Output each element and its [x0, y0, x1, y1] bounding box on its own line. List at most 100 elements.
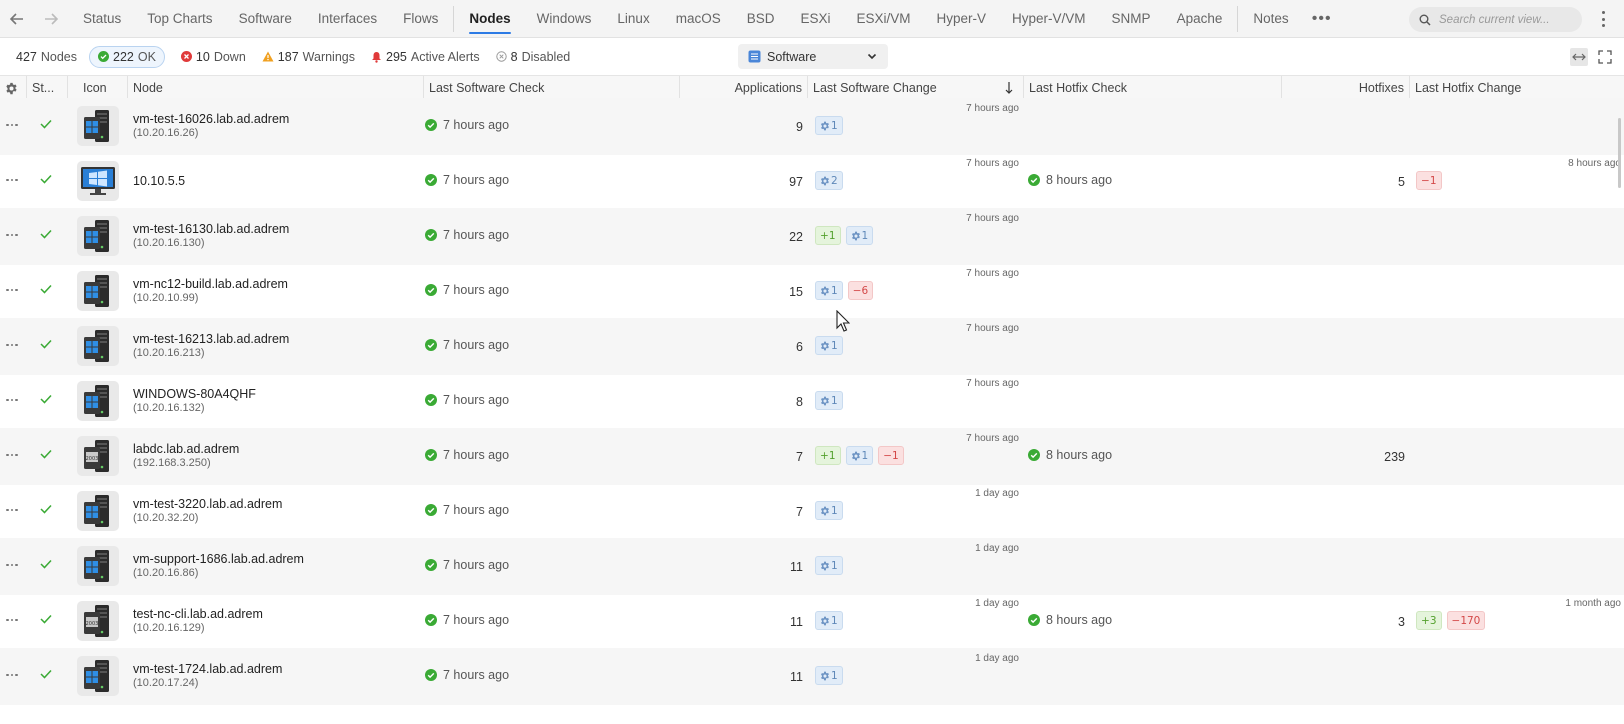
tab-interfaces[interactable]: Interfaces [305, 0, 390, 38]
last-software-change-time: 7 hours ago [966, 378, 1019, 389]
updated-badge[interactable]: 1 [845, 446, 874, 465]
updated-badge[interactable]: 1 [815, 501, 843, 520]
table-row[interactable]: 10.10.5.5 7 hours ago 97 7 hours ago 2 8 hour… [0, 153, 1624, 210]
updated-badge[interactable]: 1 [845, 226, 874, 245]
table-row[interactable]: vm-test-3220.lab.ad.adrem (10.20.32.20) 7 … [0, 483, 1624, 540]
updated-badge[interactable]: 1 [815, 391, 843, 410]
software-change-badges: 1 [815, 336, 843, 355]
table-row[interactable]: vm-test-16213.lab.ad.adrem (10.20.16.213)… [0, 318, 1624, 375]
hotfix-removed-badge[interactable]: −170 [1446, 611, 1486, 630]
alerts-filter[interactable]: 295 Active Alerts [371, 50, 480, 64]
applications-count: 15 [789, 285, 803, 299]
down-filter[interactable]: 10 Down [180, 50, 246, 64]
row-menu-button[interactable] [6, 614, 20, 626]
updated-badge[interactable]: 1 [815, 281, 843, 300]
updated-count: 1 [831, 284, 838, 297]
row-menu-button[interactable] [6, 394, 20, 406]
last-software-check: 7 hours ago [425, 173, 509, 187]
tab-snmp[interactable]: SNMP [1099, 0, 1164, 38]
svg-text:2003: 2003 [86, 621, 99, 627]
back-button[interactable] [0, 0, 34, 38]
node-name[interactable]: vm-nc12-build.lab.ad.adrem [133, 277, 288, 291]
removed-badge[interactable]: −6 [847, 281, 874, 300]
tab-hyper-v-vm[interactable]: Hyper-V/VM [999, 0, 1099, 38]
search-input[interactable] [1439, 13, 1574, 26]
removed-badge[interactable]: −1 [878, 446, 904, 465]
updated-badge[interactable]: 1 [815, 666, 843, 685]
row-menu-button[interactable] [6, 119, 20, 131]
updated-badge[interactable]: 2 [815, 171, 843, 190]
node-name[interactable]: labdc.lab.ad.adrem [133, 442, 239, 456]
tab-bsd[interactable]: BSD [734, 0, 788, 38]
view-selector[interactable]: Software [738, 44, 888, 69]
updated-badge[interactable]: 1 [815, 116, 843, 135]
hotfix-removed-count: 1 [1429, 174, 1437, 187]
node-name[interactable]: test-nc-cli.lab.ad.adrem [133, 607, 263, 621]
tab-software[interactable]: Software [226, 0, 305, 38]
added-badge[interactable]: +1 [815, 226, 841, 245]
row-menu-button[interactable] [6, 174, 20, 186]
tab-apache[interactable]: Apache [1164, 0, 1236, 38]
hotfix-added-badge[interactable]: +3 [1416, 611, 1442, 630]
more-tabs-button[interactable]: ••• [1302, 0, 1342, 38]
updated-badge[interactable]: 1 [815, 556, 843, 575]
ok-filter[interactable]: 222 OK [89, 45, 165, 68]
tab-macos[interactable]: macOS [663, 0, 734, 38]
table-row[interactable]: 2003 test-nc-cli.lab.ad.adrem (10.20.16.12… [0, 593, 1624, 650]
node-name[interactable]: 10.10.5.5 [133, 174, 185, 188]
updated-badge[interactable]: 1 [815, 611, 843, 630]
table-row[interactable]: vm-test-1724.lab.ad.adrem (10.20.17.24) 7 … [0, 648, 1624, 705]
node-name[interactable]: vm-test-1724.lab.ad.adrem [133, 662, 282, 676]
tab-windows[interactable]: Windows [524, 0, 605, 38]
tab-nodes[interactable]: Nodes [456, 0, 523, 38]
tab-notes[interactable]: Notes [1240, 0, 1301, 38]
disabled-icon [495, 51, 507, 62]
table-row[interactable]: vm-support-1686.lab.ad.adrem (10.20.16.86… [0, 538, 1624, 595]
node-name[interactable]: vm-support-1686.lab.ad.adrem [133, 552, 304, 566]
table-row[interactable]: 2003 labdc.lab.ad.adrem (192.168.3.250) 7 h… [0, 428, 1624, 485]
last-software-check-value: 7 hours ago [443, 503, 510, 517]
row-menu-button[interactable] [6, 504, 20, 516]
table-row[interactable]: WINDOWS-80A4QHF (10.20.16.132) 7 hours ago… [0, 373, 1624, 430]
tab-linux[interactable]: Linux [604, 0, 662, 38]
node-name[interactable]: vm-test-16213.lab.ad.adrem [133, 332, 289, 346]
row-menu-button[interactable] [6, 339, 20, 351]
node-name[interactable]: vm-test-16130.lab.ad.adrem [133, 222, 289, 236]
row-menu-button[interactable] [6, 669, 20, 681]
ok-icon [425, 669, 437, 681]
row-menu-button[interactable] [6, 284, 20, 296]
hotfix-removed-count: 170 [1460, 614, 1481, 627]
tab-status[interactable]: Status [70, 0, 134, 38]
tab-hyper-v[interactable]: Hyper-V [924, 0, 1000, 38]
applications-count: 11 [790, 670, 803, 684]
tab-top-charts[interactable]: Top Charts [134, 0, 225, 38]
table-row[interactable]: vm-test-16130.lab.ad.adrem (10.20.16.130)… [0, 208, 1624, 265]
row-menu-button[interactable] [6, 229, 20, 241]
updated-badge[interactable]: 1 [815, 336, 843, 355]
hotfix-removed-badge[interactable]: −1 [1416, 171, 1442, 190]
row-menu-button[interactable] [6, 449, 20, 461]
forward-button[interactable] [34, 0, 68, 38]
main-menu-button[interactable] [1596, 8, 1610, 30]
search-box[interactable] [1409, 7, 1582, 32]
tab-flows[interactable]: Flows [390, 0, 451, 38]
node-name[interactable]: WINDOWS-80A4QHF [133, 387, 256, 401]
vertical-scrollbar[interactable] [1618, 118, 1621, 188]
updated-count: 1 [831, 669, 838, 682]
added-badge[interactable]: +1 [815, 446, 841, 465]
nodes-count[interactable]: 427 Nodes [16, 50, 77, 64]
fit-width-icon[interactable] [1570, 48, 1588, 66]
disabled-filter[interactable]: 8 Disabled [495, 50, 570, 64]
warnings-filter[interactable]: 187 Warnings [262, 50, 355, 64]
node-name[interactable]: vm-test-16026.lab.ad.adrem [133, 112, 289, 126]
table-row[interactable]: vm-test-16026.lab.ad.adrem (10.20.16.26) 7… [0, 98, 1624, 155]
node-name[interactable]: vm-test-3220.lab.ad.adrem [133, 497, 282, 511]
table-row[interactable]: vm-nc12-build.lab.ad.adrem (10.20.10.99) 7… [0, 263, 1624, 320]
row-menu-button[interactable] [6, 559, 20, 571]
tab-esxi[interactable]: ESXi [787, 0, 843, 38]
warning-icon [262, 51, 274, 62]
tab-esxi-vm[interactable]: ESXi/VM [844, 0, 924, 38]
server-icon [77, 491, 119, 531]
ok-icon [425, 614, 437, 626]
fullscreen-icon[interactable] [1596, 48, 1614, 66]
